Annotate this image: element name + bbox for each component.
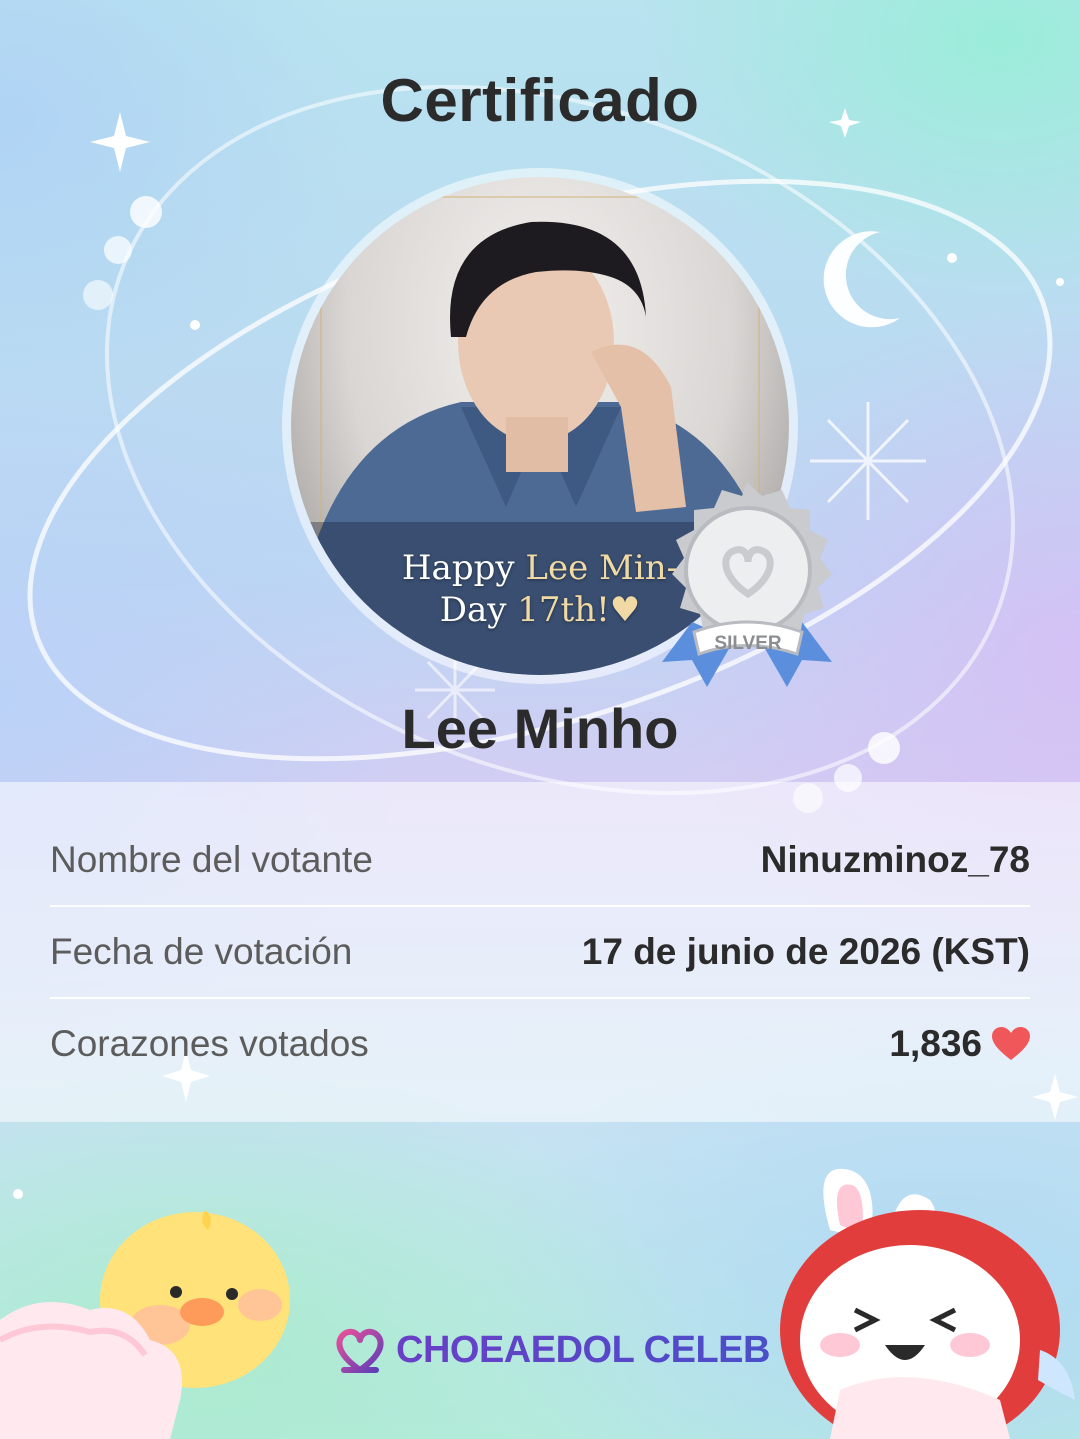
hearts-voted-value-group: 1,836 [889,1023,1030,1065]
choeaedol-logo-icon [336,1328,384,1373]
caption-highlight: 17th! [517,590,610,630]
celebrity-name: Lee Minho [401,697,679,760]
voter-name-row: Nombre del votante Ninuzminoz_78 [50,814,1030,906]
certificate-title: Certificado [380,67,700,134]
chick-mascot-illustration [0,1210,290,1439]
hearts-voted-value: 1,836 [889,1023,982,1064]
hearts-voted-label: Corazones votados [50,1023,369,1064]
vote-info-panel: Nombre del votante Ninuzminoz_78 Fecha d… [0,782,1080,1122]
caption-text: Happy [401,548,526,588]
hearts-voted-row: Corazones votados 1,836 [50,998,1030,1090]
vote-date-label: Fecha de votación [50,931,353,972]
brand-name: CHOEAEDOL CELEB [396,1328,770,1371]
voter-name-value: Ninuzminoz_78 [760,839,1030,880]
heart-icon [992,1027,1030,1060]
brand-logo: CHOEAEDOL CELEB [332,1322,770,1378]
silver-medal-icon: SILVER [652,482,842,694]
badge-label: SILVER [714,633,781,654]
caption-text: Day [439,590,518,630]
bunny-mascot-illustration [780,1168,1075,1439]
vote-date-row: Fecha de votación 17 de junio de 2026 (K… [50,906,1030,998]
small-heart-icon: ♥ [609,590,641,630]
vote-date-value: 17 de junio de 2026 (KST) [581,931,1030,972]
voter-name-label: Nombre del votante [50,839,373,880]
